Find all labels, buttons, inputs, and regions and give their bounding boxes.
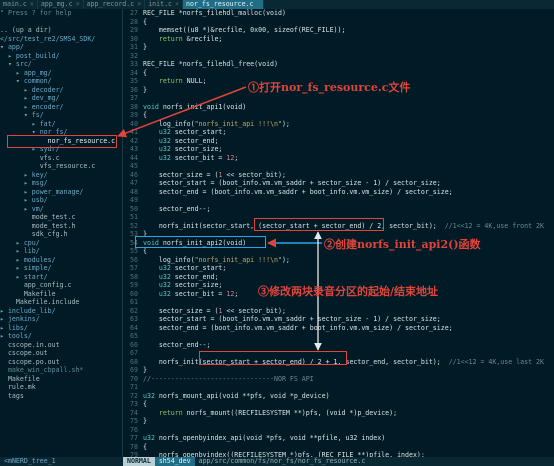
annotation-step-3: ③修改两块录音分区的起始/结束地址	[258, 285, 439, 298]
annotation-step-2: ②创建norfs_init_api2()函数	[324, 238, 481, 251]
annotation-step-1: ①打开nor_fs_resource.c文件	[248, 81, 411, 94]
arrow-to-file	[117, 86, 247, 138]
annotation-arrows	[117, 86, 322, 351]
